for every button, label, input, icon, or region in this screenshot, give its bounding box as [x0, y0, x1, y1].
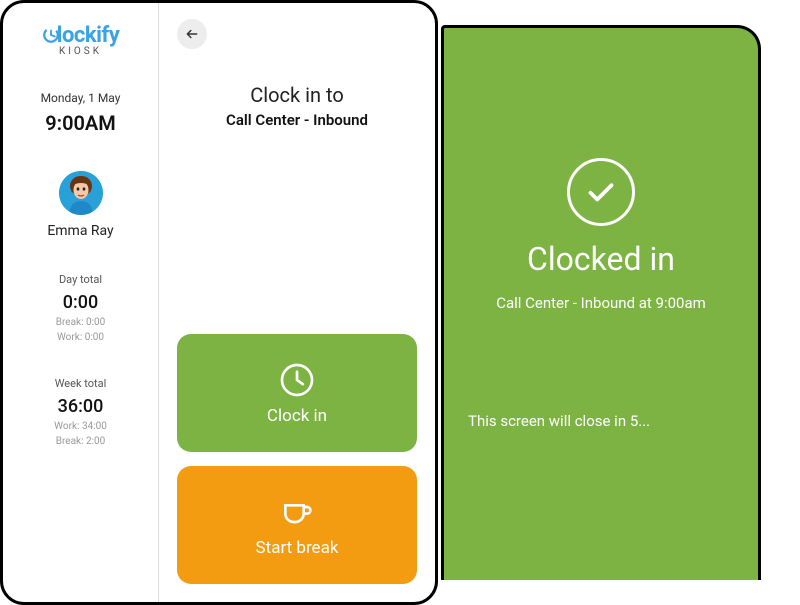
- main-content: Clock in to Call Center - Inbound Clock …: [159, 3, 435, 602]
- current-time: 9:00AM: [45, 111, 116, 135]
- clockin-title: Clock in to: [177, 83, 417, 107]
- arrow-left-icon: [185, 27, 199, 41]
- day-total-label: Day total: [11, 273, 150, 286]
- confirm-detail: Call Center - Inbound at 9:00am: [496, 294, 706, 312]
- brand-name: lockify: [57, 23, 120, 48]
- clock-in-button[interactable]: Clock in: [177, 334, 417, 452]
- confirm-title: Clocked in: [527, 240, 675, 278]
- confirm-close-msg: This screen will close in 5...: [466, 412, 650, 430]
- week-total-value: 36:00: [11, 396, 150, 417]
- week-total-block: Week total 36:00 Work: 34:00 Break: 2:00: [11, 377, 150, 447]
- day-total-block: Day total 0:00 Break: 0:00 Work: 0:00: [11, 273, 150, 343]
- username: Emma Ray: [47, 223, 113, 239]
- start-break-label: Start break: [256, 538, 339, 558]
- check-icon: [583, 174, 619, 210]
- day-work: Work: 0:00: [11, 332, 150, 343]
- week-break: Break: 2:00: [11, 436, 150, 447]
- cup-icon: [277, 492, 317, 532]
- back-button[interactable]: [177, 19, 207, 49]
- day-total-value: 0:00: [11, 292, 150, 313]
- check-circle: [567, 158, 635, 226]
- avatar-icon: [59, 171, 103, 215]
- clockin-subtitle: Call Center - Inbound: [177, 111, 417, 129]
- sidebar: lockify KIOSK Monday, 1 May 9:00AM Emma …: [3, 3, 159, 602]
- confirm-panel: Clocked in Call Center - Inbound at 9:00…: [441, 25, 761, 580]
- clock-icon: [277, 360, 317, 400]
- day-break: Break: 0:00: [11, 317, 150, 328]
- clock-in-label: Clock in: [267, 406, 327, 426]
- week-work: Work: 34:00: [11, 421, 150, 432]
- logo: lockify KIOSK: [42, 23, 120, 57]
- week-total-label: Week total: [11, 377, 150, 390]
- avatar[interactable]: [59, 171, 103, 215]
- clockin-header: Clock in to Call Center - Inbound: [177, 83, 417, 129]
- kiosk-panel: lockify KIOSK Monday, 1 May 9:00AM Emma …: [0, 0, 438, 605]
- current-date: Monday, 1 May: [41, 91, 121, 105]
- start-break-button[interactable]: Start break: [177, 466, 417, 584]
